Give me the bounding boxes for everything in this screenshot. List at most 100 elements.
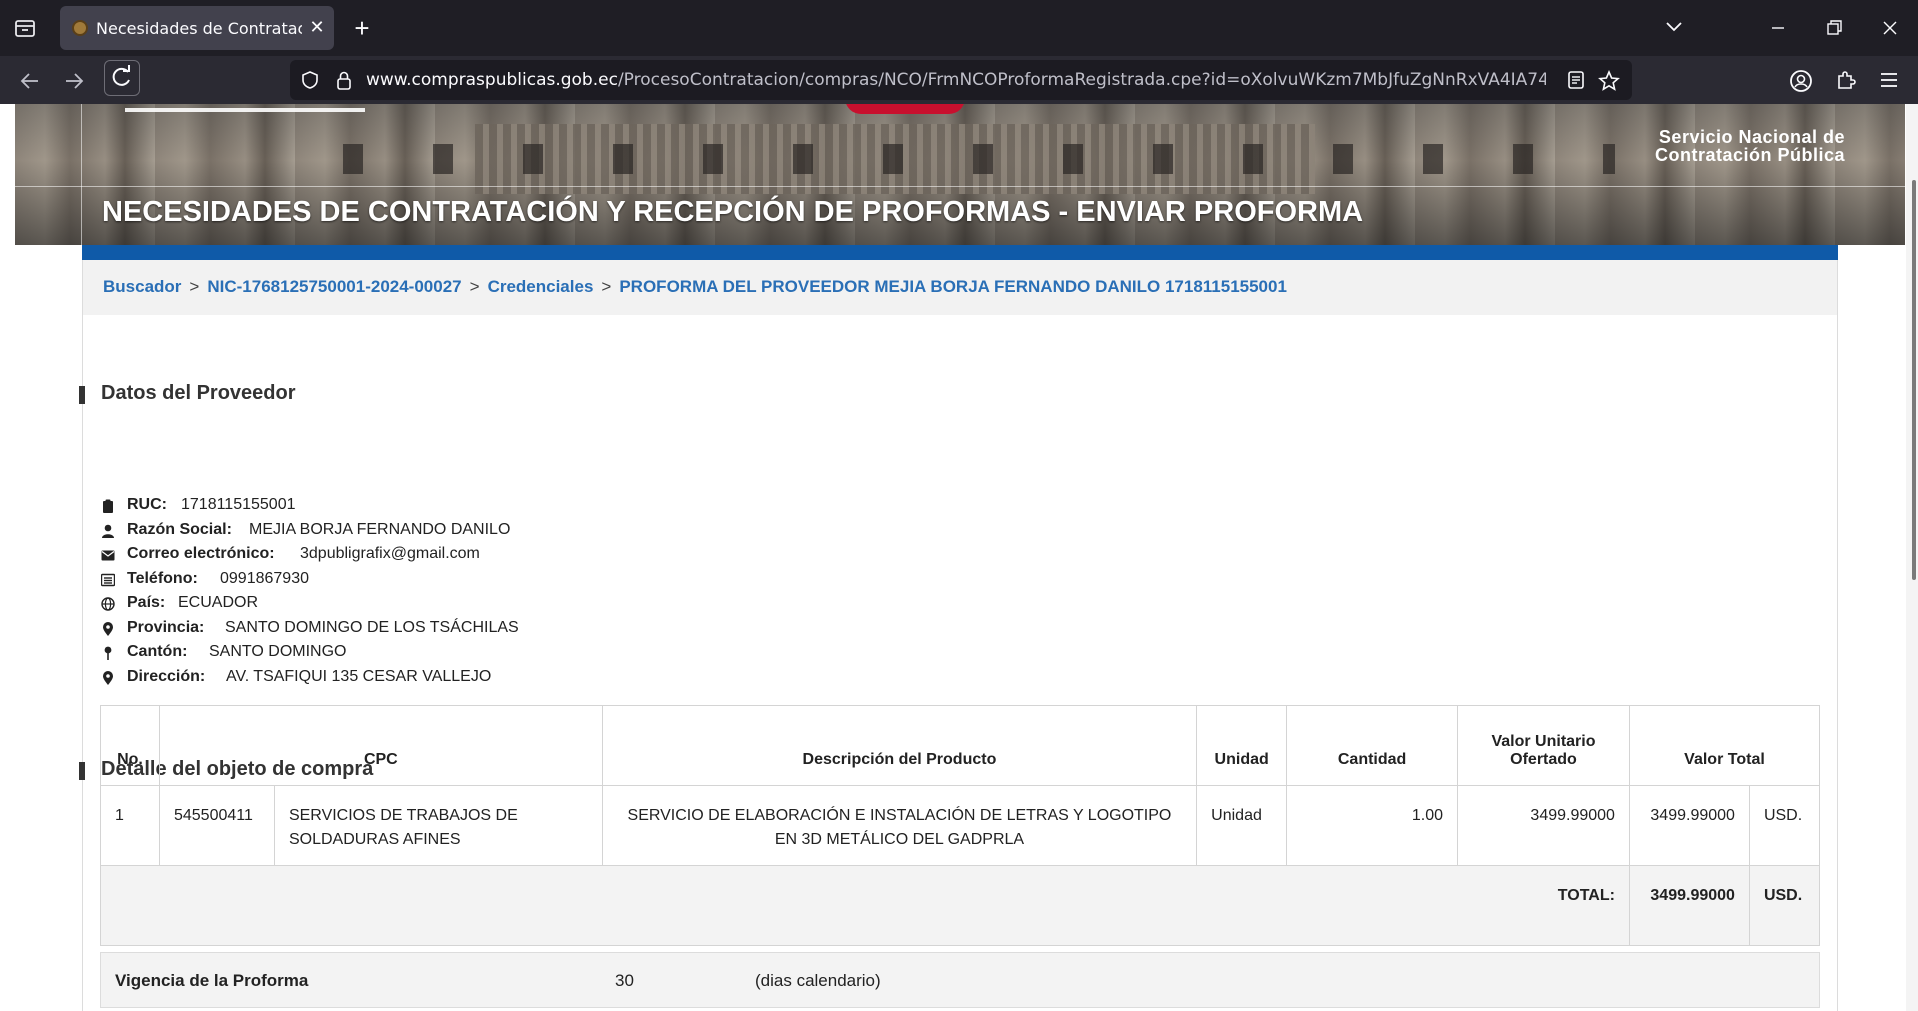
total-moneda: USD.: [1748, 865, 1821, 946]
globe-icon: [101, 597, 115, 611]
browser-nav-bar: www.compraspublicas.gob.ec/ProcesoContra…: [0, 56, 1918, 104]
tracking-shield-icon[interactable]: [300, 70, 320, 90]
vigencia-unit: (dias calendario): [755, 971, 881, 990]
breadcrumb-item-buscador[interactable]: Buscador: [103, 277, 181, 296]
cell-cpc-desc: SERVICIOS DE TRABAJOS DE SOLDADURAS AFIN…: [273, 785, 603, 866]
section-marker: [79, 386, 85, 404]
back-arrow-icon[interactable]: [16, 68, 44, 94]
page-scrollbar[interactable]: [1906, 104, 1918, 1011]
url-host: www.compraspublicas.gob.ec: [366, 70, 618, 90]
lock-icon[interactable]: [334, 69, 354, 91]
column-header-valor-unitario-line2: Ofertado: [1510, 751, 1577, 768]
close-tab-icon[interactable]: ✕: [306, 16, 328, 38]
field-label: Dirección:: [127, 667, 206, 685]
breadcrumb-item-credenciales[interactable]: Credenciales: [488, 277, 594, 296]
header-blue-bar: [82, 245, 1838, 260]
pushpin-icon: [101, 646, 115, 660]
field-value: 0991867930: [220, 569, 309, 587]
section-title-proveedor: Datos del Proveedor: [101, 382, 296, 404]
account-icon[interactable]: [1788, 68, 1814, 94]
cell-unidad: Unidad: [1196, 785, 1288, 866]
site-favicon-icon: [72, 20, 88, 36]
site-logo-fragment: [125, 104, 365, 112]
reader-view-icon[interactable]: [1566, 70, 1586, 90]
hamburger-menu-icon[interactable]: [1878, 70, 1900, 90]
column-header-cpc: CPC: [158, 705, 603, 786]
close-window-icon[interactable]: [1876, 14, 1904, 42]
field-value: ECUADOR: [178, 594, 259, 611]
org-name-line2: Contratación Pública: [1654, 145, 1845, 165]
column-header-valor-total: Valor Total: [1628, 705, 1821, 786]
extensions-puzzle-icon[interactable]: [1834, 68, 1858, 92]
banner-logo-fragment: [845, 104, 965, 114]
tab-title: Necesidades de Contratación y: [96, 19, 302, 38]
browser-tab-active[interactable]: Necesidades de Contratación y ✕: [60, 6, 334, 50]
field-value: SANTO DOMINGO: [209, 643, 347, 660]
banner-vertical-divider: [81, 104, 82, 245]
clipboard-icon: [101, 499, 115, 513]
field-label: Provincia:: [127, 618, 205, 636]
field-value: 3dpubligrafix@gmail.com: [300, 545, 480, 562]
total-value: 3499.99000: [1628, 865, 1750, 946]
map-pin-icon: [101, 621, 115, 636]
column-header-unidad: Unidad: [1196, 705, 1288, 786]
field-label: RUC:: [127, 496, 167, 513]
cell-valor-total: 3499.99000: [1628, 785, 1750, 866]
vigencia-row: Vigencia de la Proforma 30 (dias calenda…: [100, 952, 1820, 1008]
breadcrumb-separator: >: [601, 277, 612, 296]
field-value: MEJIA BORJA FERNANDO DANILO: [249, 520, 511, 538]
breadcrumb-separator: >: [469, 277, 480, 296]
url-path: /ProcesoContratacion/compras/NCO/FrmNCOP…: [617, 70, 1546, 90]
org-name-line1: Servicio Nacional de: [1658, 127, 1845, 147]
cell-moneda: USD.: [1748, 785, 1821, 866]
breadcrumb-item-proceso[interactable]: NIC-1768125750001-2024-00027: [207, 277, 461, 296]
column-header-no: No.: [100, 705, 160, 786]
map-pin-icon: [101, 670, 115, 685]
page-title: NECESIDADES DE CONTRATACIÓN Y RECEPCIÓN …: [102, 196, 1364, 228]
browser-tab-bar: Necesidades de Contratación y ✕ +: [0, 0, 1918, 56]
scrollbar-thumb[interactable]: [1912, 180, 1916, 580]
column-header-valor-unitario: Valor Unitario Ofertado: [1457, 705, 1630, 786]
bookmark-star-icon[interactable]: [1598, 69, 1620, 92]
cell-no: 1: [100, 785, 160, 866]
table-header-row: No. CPC Descripción del Producto Unidad …: [100, 705, 1821, 786]
field-value: AV. TSAFIQUI 135 CESAR VALLEJO: [226, 667, 492, 685]
field-label: País:: [127, 594, 166, 611]
forward-arrow-icon[interactable]: [60, 68, 88, 94]
detalle-table: No. CPC Descripción del Producto Unidad …: [100, 705, 1821, 946]
chevron-down-icon[interactable]: [1662, 14, 1686, 38]
section-marker: [79, 762, 85, 780]
address-bar[interactable]: www.compraspublicas.gob.ec/ProcesoContra…: [290, 60, 1632, 100]
envelope-icon: [101, 548, 115, 562]
cell-valor-unitario: 3499.99000: [1457, 785, 1630, 866]
restore-window-icon[interactable]: [1820, 14, 1848, 42]
table-row: 1 545500411 SERVICIOS DE TRABAJOS DE SOL…: [100, 785, 1821, 866]
tab-list-icon[interactable]: [14, 18, 36, 38]
header-banner: Servicio Nacional de Contratación Públic…: [15, 104, 1905, 245]
phone-list-icon: [100, 573, 116, 587]
minimize-window-icon[interactable]: [1764, 14, 1792, 42]
breadcrumb-item-proforma[interactable]: PROFORMA DEL PROVEEDOR MEJIA BORJA FERNA…: [619, 277, 1287, 296]
field-label: Correo electrónico:: [127, 545, 275, 562]
breadcrumb-separator: >: [189, 277, 200, 296]
cell-cantidad: 1.00: [1286, 785, 1459, 866]
total-label: TOTAL:: [100, 865, 1630, 946]
user-icon: [101, 524, 115, 538]
banner-photo-windows: [315, 144, 1615, 174]
column-header-cantidad: Cantidad: [1286, 705, 1459, 786]
vigencia-label: Vigencia de la Proforma: [115, 971, 309, 990]
new-tab-icon[interactable]: +: [350, 14, 374, 42]
vigencia-value: 30: [615, 971, 634, 990]
field-label: Teléfono:: [127, 569, 198, 587]
column-header-descripcion: Descripción del Producto: [601, 705, 1198, 786]
field-label: Cantón:: [127, 643, 188, 660]
field-value: 1718115155001: [181, 496, 296, 513]
breadcrumb-trail: Buscador > NIC-1768125750001-2024-00027 > Cr…: [103, 277, 1287, 297]
table-total-row: TOTAL: 3499.99000 USD.: [100, 865, 1821, 946]
breadcrumb: Buscador > NIC-1768125750001-2024-00027 > Cr…: [83, 260, 1837, 315]
reload-icon[interactable]: [104, 60, 140, 96]
cell-descripcion: SERVICIO DE ELABORACIÓN E INSTALACIÓN DE…: [601, 785, 1198, 866]
field-value: SANTO DOMINGO DE LOS TSÁCHILAS: [225, 618, 519, 636]
cell-cpc-code: 545500411: [158, 785, 275, 866]
url-text[interactable]: www.compraspublicas.gob.ec/ProcesoContra…: [366, 70, 1546, 90]
